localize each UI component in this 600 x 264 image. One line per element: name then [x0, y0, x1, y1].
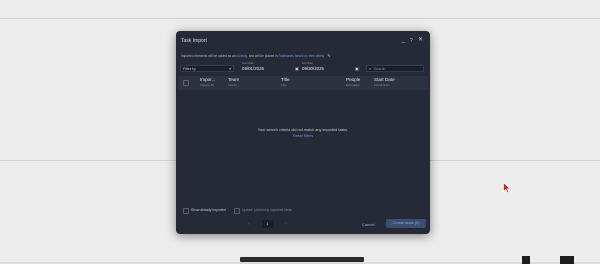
- column-header-import[interactable]: Impor...: [200, 77, 215, 82]
- next-page-icon[interactable]: ›: [285, 221, 286, 226]
- column-subheader-import: Imports ID: [200, 83, 214, 87]
- help-icon[interactable]: ?: [410, 37, 413, 45]
- cancel-button[interactable]: Cancel: [362, 222, 374, 227]
- column-header-people[interactable]: People: [346, 77, 360, 82]
- previous-page-icon[interactable]: ‹: [248, 221, 249, 226]
- minimize-icon[interactable]: _: [402, 36, 405, 44]
- background-block: [560, 256, 574, 264]
- column-subheader-team: Teams: [228, 83, 237, 87]
- search-placeholder: Search: [374, 67, 386, 71]
- search-icon: ⌕: [369, 66, 372, 71]
- select-all-checkbox[interactable]: [183, 80, 189, 86]
- column-header-start-date[interactable]: Start Date: [374, 77, 395, 82]
- empty-state-message: Your search criteria did not match any i…: [257, 128, 349, 132]
- background-divider: [0, 18, 600, 19]
- reset-filters-link: Reset filters: [178, 134, 428, 138]
- filter-by-label: Filter by: [183, 67, 196, 71]
- background-block: [522, 256, 530, 264]
- end-date-value[interactable]: 09/30/2025: [302, 66, 324, 71]
- show-imported-checkbox[interactable]: [183, 208, 189, 214]
- dialog-titlebar: Task Import _ ? ✕: [176, 31, 430, 49]
- end-date-label: End Date: [302, 62, 313, 65]
- background-toolbar: [240, 257, 364, 262]
- subtitle-text: Imported elements will be added as a/o: [181, 54, 238, 58]
- filter-by-dropdown[interactable]: Filter by ▾: [180, 65, 234, 72]
- page-number[interactable]: 1: [262, 220, 273, 228]
- close-icon[interactable]: ✕: [418, 36, 423, 44]
- update-imported-label: Update previously imported tasks: [242, 208, 293, 212]
- start-date-label: Start Date: [242, 62, 254, 65]
- update-imported-checkbox[interactable]: [234, 208, 240, 214]
- column-header-team[interactable]: Team: [228, 77, 239, 82]
- calendar-icon[interactable]: ▣: [355, 66, 359, 71]
- activity-link[interactable]: Activity: [237, 54, 247, 58]
- show-imported-label: Show already imported: [191, 208, 226, 212]
- table-header: Impor... Imports ID Team Teams Title Tit…: [178, 76, 428, 90]
- column-subheader-title: Title: [281, 83, 287, 87]
- chevron-down-icon: ▾: [229, 67, 231, 71]
- swimlanes-link[interactable]: Swimlanes based on their labels: [278, 54, 324, 58]
- search-input[interactable]: ⌕ Search: [366, 65, 424, 72]
- create-tasks-button[interactable]: Create tasks (0): [386, 219, 426, 228]
- dialog-subtitle: Imported elements will be added as a/o A…: [181, 53, 331, 58]
- dialog-title: Task Import: [181, 38, 207, 44]
- edit-pencil-icon[interactable]: ✎: [325, 53, 330, 58]
- column-header-title[interactable]: Title: [281, 77, 290, 82]
- reset-filters-text[interactable]: Reset filters: [293, 134, 313, 138]
- start-date-value[interactable]: 09/01/2025: [242, 66, 264, 71]
- column-subheader-start-date: Actual Start: [374, 83, 390, 87]
- subtitle-text: , and will be placed in: [247, 54, 279, 58]
- mouse-cursor-icon: [503, 182, 511, 194]
- column-subheader-people: Estimation: [346, 83, 361, 87]
- calendar-icon[interactable]: ▣: [295, 66, 299, 71]
